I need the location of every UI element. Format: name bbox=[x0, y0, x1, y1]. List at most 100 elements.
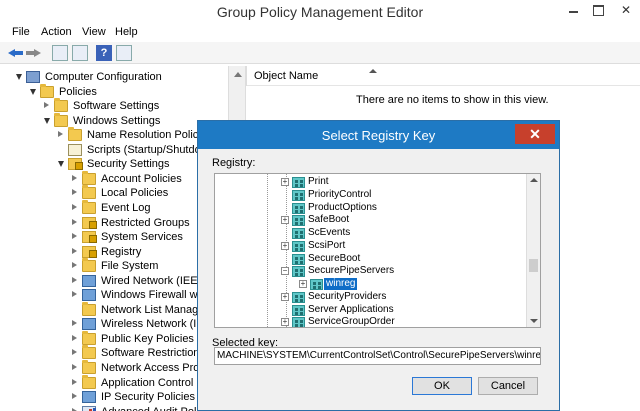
registry-key-item[interactable]: + Print bbox=[215, 176, 525, 189]
tree-item[interactable]: Advanced Audit Policy Configuration bbox=[0, 405, 228, 411]
tree-item[interactable]: Wireless Network (IEEE 802.11) bbox=[0, 317, 228, 332]
tree-item[interactable]: Network Access Protection bbox=[0, 360, 228, 376]
menu-help[interactable]: Help bbox=[115, 26, 138, 38]
column-header[interactable]: Object Name bbox=[246, 66, 640, 86]
dialog-titlebar[interactable]: Select Registry Key ✕ bbox=[198, 121, 559, 149]
tree-item[interactable]: Scripts (Startup/Shutdown) bbox=[0, 143, 228, 158]
tree-item[interactable]: Computer Configuration bbox=[0, 70, 228, 85]
tree-item[interactable]: Software Restriction Policies bbox=[0, 345, 228, 361]
up-one-level-icon[interactable] bbox=[52, 45, 68, 61]
expand-box-icon[interactable]: + bbox=[281, 216, 289, 225]
back-arrow-icon[interactable] bbox=[8, 45, 24, 61]
registry-key-label: Print bbox=[308, 176, 329, 187]
collapse-triangle-icon[interactable] bbox=[72, 262, 77, 269]
tree-item[interactable]: Wired Network (IEEE 802.3) bbox=[0, 274, 228, 289]
expand-triangle-icon[interactable] bbox=[44, 117, 50, 124]
expand-triangle-icon[interactable] bbox=[30, 88, 36, 95]
forward-arrow-icon[interactable] bbox=[26, 45, 42, 61]
collapse-triangle-icon[interactable] bbox=[72, 233, 77, 240]
collapse-triangle-icon[interactable] bbox=[72, 218, 77, 225]
cancel-button[interactable]: Cancel bbox=[478, 377, 538, 395]
registry-key-item[interactable]: + ScsiPort bbox=[215, 240, 525, 253]
expand-box-icon[interactable]: + bbox=[281, 292, 289, 301]
ok-button[interactable]: OK bbox=[412, 377, 472, 395]
collapse-triangle-icon[interactable] bbox=[72, 393, 77, 400]
menu-file[interactable]: File bbox=[12, 26, 30, 38]
tree-item[interactable]: Windows Settings bbox=[0, 112, 228, 129]
tree-item[interactable]: Account Policies bbox=[0, 170, 228, 187]
registry-key-item[interactable]: ProductOptions bbox=[215, 202, 525, 215]
registry-key-item[interactable]: + ServiceGroupOrder bbox=[215, 316, 525, 327]
tree-item[interactable]: Public Key Policies bbox=[0, 330, 228, 347]
tree-item[interactable]: Windows Firewall with Advanced Security bbox=[0, 288, 228, 303]
collapse-triangle-icon[interactable] bbox=[72, 276, 77, 283]
tree-item[interactable]: IP Security Policies on Active Directory bbox=[0, 390, 228, 405]
network-icon bbox=[82, 391, 96, 404]
tree-item[interactable]: Name Resolution Policy bbox=[0, 127, 228, 143]
tree-item[interactable]: Security Settings bbox=[0, 157, 228, 172]
scroll-up-icon[interactable] bbox=[234, 72, 242, 77]
properties-icon[interactable] bbox=[116, 45, 132, 61]
expand-box-icon[interactable]: + bbox=[281, 241, 289, 250]
tree-item[interactable]: Software Settings bbox=[0, 98, 228, 114]
tree-item[interactable]: Network List Manager Policies bbox=[0, 301, 228, 318]
expand-box-icon[interactable]: + bbox=[281, 318, 289, 327]
scroll-thumb[interactable] bbox=[529, 259, 538, 272]
registry-key-item[interactable]: ScEvents bbox=[215, 227, 525, 240]
tree-item[interactable]: Application Control Policies bbox=[0, 374, 228, 391]
expand-triangle-icon[interactable] bbox=[16, 74, 22, 80]
collapse-triangle-icon[interactable] bbox=[72, 189, 77, 196]
registry-scrollbar[interactable] bbox=[526, 174, 540, 327]
tree-item[interactable]: Restricted Groups bbox=[0, 216, 228, 231]
collapse-triangle-icon[interactable] bbox=[72, 203, 77, 210]
collapse-triangle-icon[interactable] bbox=[58, 131, 63, 138]
tree-item[interactable]: Registry bbox=[0, 244, 228, 260]
maximize-button[interactable] bbox=[584, 0, 612, 20]
select-registry-key-dialog: Select Registry Key ✕ Registry: + Print Pr… bbox=[197, 120, 560, 411]
show-hide-tree-icon[interactable] bbox=[72, 45, 88, 61]
collapse-triangle-icon[interactable] bbox=[72, 320, 77, 327]
registry-key-item[interactable]: + SecurityProviders bbox=[215, 291, 525, 304]
registry-key-label: SecurityProviders bbox=[308, 290, 387, 302]
expand-box-icon[interactable]: + bbox=[281, 178, 289, 186]
collapse-triangle-icon[interactable] bbox=[72, 174, 77, 181]
tree-item[interactable]: Local Policies bbox=[0, 185, 228, 201]
registry-key-item[interactable]: + winreg bbox=[215, 277, 525, 291]
expand-box-icon[interactable]: + bbox=[299, 280, 307, 288]
collapse-triangle-icon[interactable] bbox=[72, 334, 77, 341]
collapse-box-icon[interactable]: − bbox=[281, 267, 289, 276]
folder-icon bbox=[82, 185, 96, 200]
registry-key-item[interactable]: Server Applications bbox=[215, 304, 525, 317]
help-icon[interactable]: ? bbox=[96, 45, 112, 61]
network-icon bbox=[82, 274, 96, 287]
tree-item[interactable]: Policies bbox=[0, 83, 228, 100]
sort-ascending-icon bbox=[369, 69, 377, 73]
registry-key-label: ProductOptions bbox=[308, 201, 377, 213]
tree-item[interactable]: System Services bbox=[0, 230, 228, 245]
close-window-button[interactable]: ✕ bbox=[612, 0, 640, 20]
registry-key-item[interactable]: SecureBoot bbox=[215, 253, 525, 266]
tree-item-label: Public Key Policies bbox=[101, 332, 194, 345]
scroll-up-icon[interactable] bbox=[530, 178, 538, 182]
registry-key-item[interactable]: − SecurePipeServers bbox=[215, 265, 525, 278]
tree-item[interactable]: Event Log bbox=[0, 199, 228, 216]
lock-folder-icon bbox=[82, 245, 97, 258]
registry-key-item[interactable]: PriorityControl bbox=[215, 189, 525, 202]
collapse-triangle-icon[interactable] bbox=[72, 247, 77, 254]
column-object-name[interactable]: Object Name bbox=[254, 70, 318, 82]
collapse-triangle-icon[interactable] bbox=[72, 407, 77, 411]
collapse-triangle-icon[interactable] bbox=[72, 364, 77, 370]
collapse-triangle-icon[interactable] bbox=[44, 102, 49, 109]
dialog-close-button[interactable]: ✕ bbox=[515, 124, 555, 144]
expand-triangle-icon[interactable] bbox=[58, 161, 64, 168]
selected-key-field[interactable]: MACHINE\SYSTEM\CurrentControlSet\Control… bbox=[214, 347, 541, 365]
collapse-triangle-icon[interactable] bbox=[72, 349, 77, 356]
menu-action[interactable]: Action bbox=[41, 26, 72, 38]
collapse-triangle-icon[interactable] bbox=[72, 378, 77, 385]
registry-tree[interactable]: + Print PriorityControl ProductOptions + Safe… bbox=[214, 173, 541, 328]
menu-view[interactable]: View bbox=[82, 26, 106, 38]
registry-key-item[interactable]: + SafeBoot bbox=[215, 214, 525, 227]
collapse-triangle-icon[interactable] bbox=[72, 291, 77, 298]
scroll-down-icon[interactable] bbox=[530, 319, 538, 323]
tree-item[interactable]: File System bbox=[0, 258, 228, 274]
